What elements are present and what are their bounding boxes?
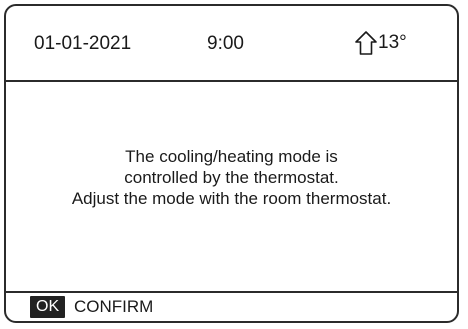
message-line-2: controlled by the thermostat. — [124, 168, 339, 187]
footer-bar: OK CONFIRM — [6, 291, 457, 321]
house-outline-icon — [354, 30, 378, 56]
message-line-3: Adjust the mode with the room thermostat… — [71, 189, 392, 208]
ok-button[interactable]: OK — [30, 296, 66, 318]
confirm-label: CONFIRM — [74, 297, 154, 316]
date-display: 01-01-2021 — [34, 33, 132, 54]
time-display: 9:00 — [207, 33, 244, 54]
outdoor-temperature-value: 13° — [378, 32, 407, 53]
controller-screen: 01-01-2021 9:00 13° The cooling/heating … — [4, 4, 459, 323]
status-bar: 01-01-2021 9:00 13° — [6, 6, 457, 82]
info-message: The cooling/heating mode is controlled b… — [6, 146, 457, 209]
outdoor-temperature: 13° — [354, 28, 407, 58]
message-line-1: The cooling/heating mode is — [125, 147, 338, 166]
